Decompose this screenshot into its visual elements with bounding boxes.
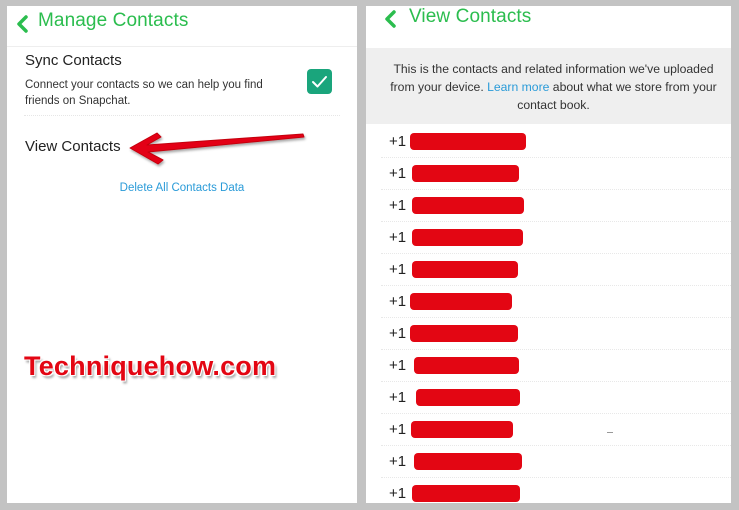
- view-contacts-item[interactable]: View Contacts: [25, 138, 121, 155]
- contacts-list: +1 +1 +1 +1 +1 +1 +1 +1 +1 +1 +1 +1: [366, 126, 731, 503]
- redaction-bar: [414, 453, 522, 470]
- contact-phone-prefix: +1: [389, 453, 407, 470]
- contact-row[interactable]: +1: [381, 446, 731, 478]
- redaction-bar: [411, 421, 513, 438]
- redaction-bar: [412, 165, 519, 182]
- page-title: View Contacts: [409, 6, 532, 27]
- redaction-bar: [412, 197, 524, 214]
- contact-row[interactable]: +1: [381, 478, 731, 503]
- redaction-bar: [412, 261, 518, 278]
- contact-phone-prefix: +1: [389, 261, 407, 278]
- redaction-bar: [416, 389, 520, 406]
- info-banner: This is the contacts and related informa…: [366, 48, 731, 124]
- checkmark-icon: [312, 75, 327, 87]
- contact-phone-prefix: +1: [389, 389, 407, 406]
- contact-row[interactable]: +1: [381, 190, 731, 222]
- contact-row[interactable]: +1: [381, 414, 731, 446]
- page-title: Manage Contacts: [38, 10, 189, 31]
- contact-phone-prefix: +1: [389, 229, 407, 246]
- view-contacts-screen: View Contacts This is the contacts and r…: [366, 6, 731, 503]
- delete-all-contacts-button[interactable]: Delete All Contacts Data: [7, 182, 357, 194]
- manage-contacts-screen: Manage Contacts Sync Contacts Connect yo…: [7, 6, 357, 503]
- sync-contacts-row: Sync Contacts Connect your contacts so w…: [24, 48, 340, 116]
- redaction-bar: [410, 325, 518, 342]
- contact-phone-prefix: +1: [389, 325, 407, 342]
- sync-contacts-title: Sync Contacts: [25, 52, 122, 69]
- sync-contacts-description: Connect your contacts so we can help you…: [25, 79, 263, 107]
- learn-more-link[interactable]: Learn more: [487, 80, 549, 94]
- contact-phone-prefix: +1: [389, 293, 407, 310]
- nav-bar: Manage Contacts: [7, 6, 357, 47]
- contact-phone-prefix: +1: [389, 357, 407, 374]
- contact-phone-prefix: +1: [389, 165, 407, 182]
- contact-row[interactable]: +1: [381, 126, 731, 158]
- contact-row[interactable]: +1: [381, 286, 731, 318]
- watermark-text: Techniquehow.com: [24, 351, 277, 381]
- contact-phone-prefix: +1: [389, 421, 407, 438]
- contact-row[interactable]: +1: [381, 158, 731, 190]
- contact-row[interactable]: +1: [381, 318, 731, 350]
- contact-row[interactable]: +1: [381, 254, 731, 286]
- stray-mark: [607, 432, 613, 433]
- contact-row[interactable]: +1: [381, 382, 731, 414]
- chevron-left-icon[interactable]: [383, 8, 397, 30]
- redaction-bar: [412, 485, 520, 502]
- redaction-bar: [414, 357, 519, 374]
- chevron-left-icon[interactable]: [15, 13, 29, 35]
- info-text: This is the contacts and related informa…: [388, 60, 719, 114]
- redaction-bar: [410, 293, 512, 310]
- sync-contacts-checkbox[interactable]: [307, 69, 332, 94]
- contact-phone-prefix: +1: [389, 485, 407, 502]
- redaction-bar: [412, 229, 523, 246]
- contact-row[interactable]: +1: [381, 350, 731, 382]
- contact-phone-prefix: +1: [389, 133, 407, 150]
- contact-row[interactable]: +1: [381, 222, 731, 254]
- nav-bar: View Contacts: [366, 6, 731, 47]
- contact-phone-prefix: +1: [389, 197, 407, 214]
- redaction-bar: [410, 133, 526, 150]
